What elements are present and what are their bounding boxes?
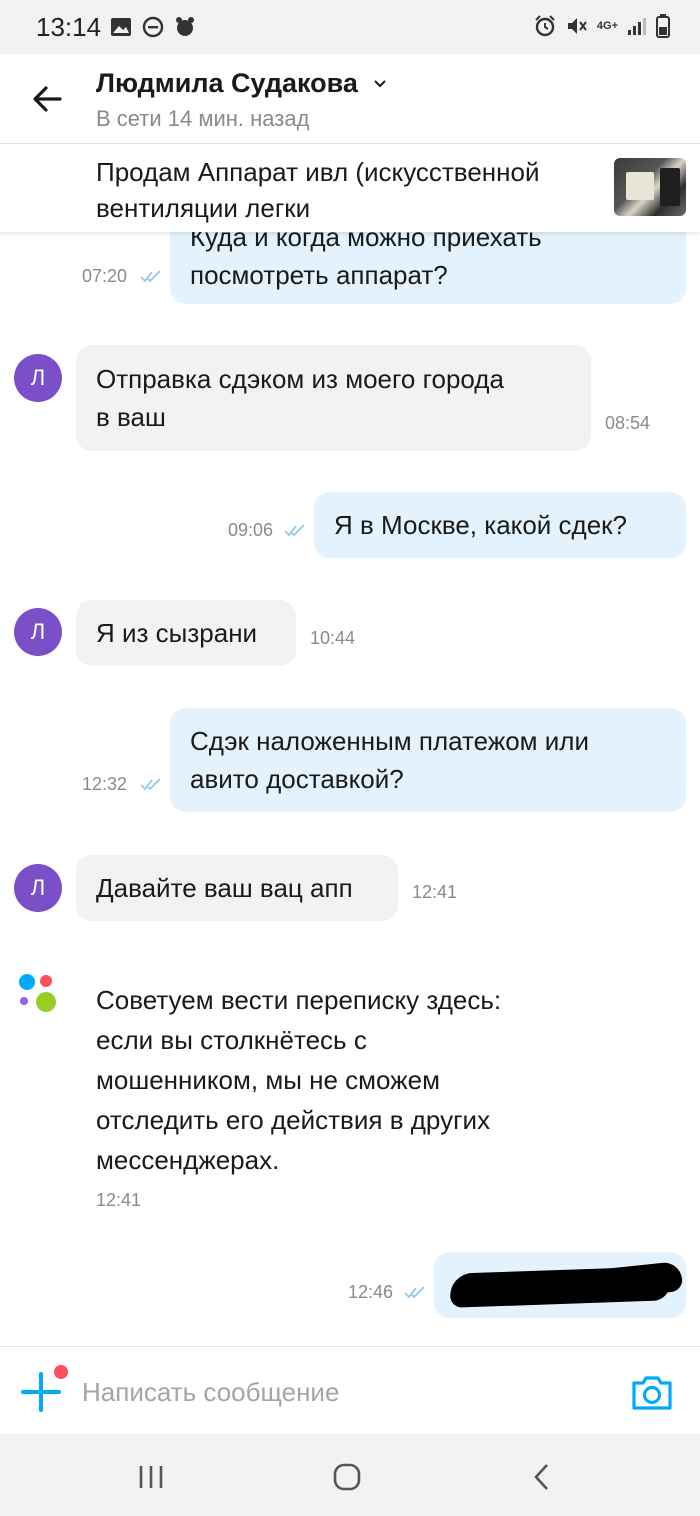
message-time: 12:46 bbox=[348, 1282, 394, 1302]
status-bar: 13:14 4G+ bbox=[0, 0, 700, 54]
avito-logo-icon bbox=[19, 974, 56, 1012]
chat-header: Людмила Судакова В сети 14 мин. назад bbox=[0, 54, 700, 144]
notification-dot bbox=[54, 1365, 68, 1379]
thumbnail-device-shape bbox=[626, 172, 654, 200]
outgoing-message[interactable]: Я в Москве, какой сдек? bbox=[314, 492, 686, 558]
message-text: Отправка сдэком из моего города в ваш bbox=[96, 364, 504, 432]
contact-online-status: В сети 14 мин. назад bbox=[96, 106, 310, 131]
battery-icon bbox=[656, 14, 670, 38]
listing-thumbnail[interactable] bbox=[614, 158, 686, 216]
read-ticks-icon bbox=[284, 524, 305, 537]
read-ticks-icon bbox=[140, 778, 161, 791]
listing-card[interactable]: Продам Аппарат ивл (искусственной вентил… bbox=[0, 144, 700, 232]
status-notification-icons bbox=[110, 16, 196, 38]
message-list[interactable]: Куда и когда можно приехать посмотреть а… bbox=[0, 232, 700, 1346]
outgoing-message[interactable]: Куда и когда можно приехать посмотреть а… bbox=[170, 232, 686, 304]
message-time: 10:44 bbox=[310, 628, 356, 648]
incoming-message[interactable]: Отправка сдэком из моего города в ваш bbox=[76, 345, 591, 451]
outgoing-message[interactable]: Сдэк наложенным платежом или авито доста… bbox=[170, 708, 686, 812]
mute-icon bbox=[567, 18, 587, 34]
message-text: Сдэк наложенным платежом или авито доста… bbox=[190, 726, 590, 794]
message-time: 12:41 bbox=[412, 882, 458, 902]
recent-apps-icon[interactable] bbox=[136, 1462, 166, 1492]
status-system-icons: 4G+ bbox=[533, 14, 670, 38]
avatar[interactable]: Л bbox=[14, 864, 62, 912]
redaction-mark bbox=[582, 1260, 684, 1302]
message-time: 07:20 bbox=[82, 266, 128, 286]
avatar[interactable]: Л bbox=[14, 608, 62, 656]
message-time: 12:32 bbox=[82, 774, 128, 794]
gallery-icon bbox=[111, 18, 131, 36]
incoming-message[interactable]: Давайте ваш вац апп bbox=[76, 855, 398, 921]
message-time: 09:06 bbox=[228, 520, 274, 540]
app-notification-icon bbox=[176, 17, 194, 36]
network-type-label: 4G+ bbox=[596, 19, 618, 32]
thumbnail-device-shape bbox=[660, 168, 680, 206]
message-time: 08:54 bbox=[605, 413, 651, 433]
do-not-disturb-icon bbox=[142, 16, 164, 38]
message-text: Я в Москве, какой сдек? bbox=[334, 510, 627, 540]
alarm-icon bbox=[535, 15, 555, 37]
contact-name[interactable]: Людмила Судакова bbox=[96, 68, 358, 99]
message-text: Давайте ваш вац апп bbox=[96, 873, 353, 903]
outgoing-message[interactable] bbox=[434, 1252, 686, 1318]
status-time: 13:14 bbox=[36, 12, 102, 42]
avatar[interactable]: Л bbox=[14, 354, 62, 402]
listing-title[interactable]: Продам Аппарат ивл (искусственной вентил… bbox=[96, 154, 576, 226]
back-nav-icon[interactable] bbox=[528, 1462, 558, 1492]
message-text: Куда и когда можно приехать посмотреть а… bbox=[190, 232, 542, 290]
incoming-message[interactable]: Я из сызрани bbox=[76, 600, 296, 666]
read-ticks-icon bbox=[140, 270, 161, 283]
camera-icon[interactable] bbox=[630, 1375, 674, 1411]
chevron-down-icon[interactable] bbox=[372, 76, 388, 92]
read-ticks-icon bbox=[404, 1286, 425, 1299]
system-navigation-bar bbox=[0, 1434, 700, 1516]
message-composer bbox=[0, 1346, 700, 1434]
message-text: Я из сызрани bbox=[96, 618, 258, 648]
message-input[interactable] bbox=[82, 1373, 602, 1411]
system-warning-message: Советуем вести переписку здесь: если вы … bbox=[96, 985, 502, 1175]
back-arrow-icon[interactable] bbox=[24, 76, 70, 122]
home-icon[interactable] bbox=[332, 1462, 362, 1492]
signal-icon bbox=[628, 18, 646, 35]
message-time: 12:41 bbox=[96, 1190, 142, 1210]
